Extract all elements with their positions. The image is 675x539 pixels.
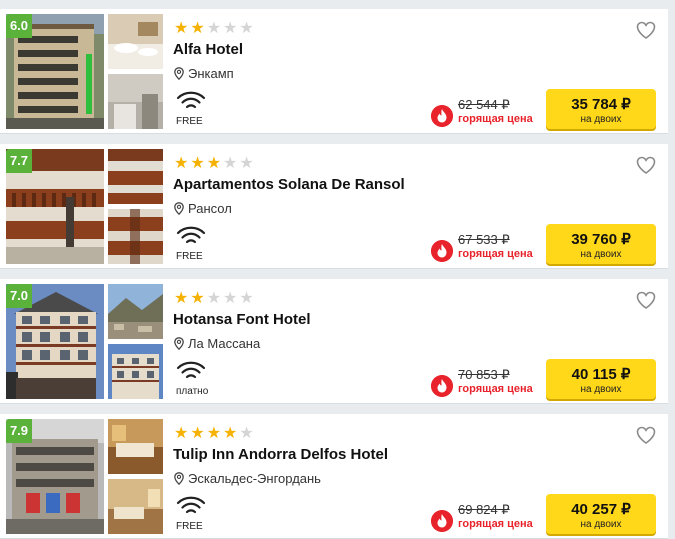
hotel-name[interactable]: Tulip Inn Andorra Delfos Hotel xyxy=(173,446,388,463)
hotel-card[interactable]: 7.0 ★ ★ ★ ★ ★ Hotansa Font Hotel Ла Массана … xyxy=(0,279,668,404)
hot-price-label: горящая цена xyxy=(458,383,533,395)
rating-badge: 7.9 xyxy=(6,419,32,443)
hotel-location: Рансол xyxy=(174,201,232,216)
star-icon: ★ xyxy=(206,425,222,442)
hotel-thumb-photo[interactable] xyxy=(108,419,163,474)
hotel-name[interactable]: Apartamentos Solana De Ransol xyxy=(173,176,405,193)
hotel-thumb-photo[interactable] xyxy=(108,479,163,534)
hotel-thumb-photo[interactable] xyxy=(108,284,163,339)
old-price: 62 544 ₽ xyxy=(458,97,510,112)
hotel-thumb-photo[interactable] xyxy=(108,149,163,204)
star-icon: ★ xyxy=(190,290,205,307)
wifi-icon xyxy=(176,91,206,109)
fire-icon xyxy=(431,510,453,532)
star-icon: ★ xyxy=(190,425,205,442)
hot-price-label: горящая цена xyxy=(458,518,533,530)
star-icon: ★ xyxy=(239,425,254,442)
hotel-name[interactable]: Alfa Hotel xyxy=(173,41,243,58)
price-subtitle: на двоих xyxy=(580,519,622,530)
wifi-label: FREE xyxy=(176,521,203,532)
hotel-card[interactable]: 7.7 ★ ★ ★ ★ ★ Apartamentos Solana De Ransol … xyxy=(0,144,668,269)
price-button[interactable]: 40 257 ₽ на двоих xyxy=(546,494,656,534)
star-rating: ★ ★ ★ ★ ★ xyxy=(174,291,254,307)
price-button[interactable]: 39 760 ₽ на двоих xyxy=(546,224,656,264)
star-rating: ★ ★ ★ ★ ★ xyxy=(174,426,254,442)
wifi-icon xyxy=(176,226,206,244)
star-icon: ★ xyxy=(190,155,205,172)
price-value: 35 784 ₽ xyxy=(571,96,631,113)
hotel-card[interactable]: 7.9 ★ ★ ★ ★ ★ Tulip Inn Andorra Delfos Hotel… xyxy=(0,414,668,539)
hotel-location: Ла Массана xyxy=(174,336,260,351)
hotel-card[interactable]: 6.0 ★ ★ ★ ★ ★ Alfa Hotel Энкамп FREE 62 544 … xyxy=(0,9,668,134)
wifi-label: FREE xyxy=(176,116,203,127)
star-icon: ★ xyxy=(206,155,222,172)
hotel-thumb-photo[interactable] xyxy=(108,209,163,264)
star-icon: ★ xyxy=(239,155,254,172)
price-subtitle: на двоих xyxy=(580,114,622,125)
star-icon: ★ xyxy=(239,20,254,37)
heart-icon[interactable] xyxy=(636,426,656,444)
location-text: Эскальдес-Энгордань xyxy=(188,471,321,486)
hotel-thumb-photo[interactable] xyxy=(108,74,163,129)
price-button[interactable]: 40 115 ₽ на двоих xyxy=(546,359,656,399)
star-icon: ★ xyxy=(223,425,238,442)
hotel-thumb-photo[interactable] xyxy=(108,344,163,399)
old-price: 67 533 ₽ xyxy=(458,232,510,247)
price-value: 40 115 ₽ xyxy=(571,366,631,383)
rating-badge: 6.0 xyxy=(6,14,32,38)
wifi-icon xyxy=(176,496,206,514)
rating-badge: 7.7 xyxy=(6,149,32,173)
price-button[interactable]: 35 784 ₽ на двоих xyxy=(546,89,656,129)
star-icon: ★ xyxy=(174,290,189,307)
location-text: Рансол xyxy=(188,201,232,216)
star-icon: ★ xyxy=(206,20,222,37)
hotel-location: Энкамп xyxy=(174,66,234,81)
price-value: 39 760 ₽ xyxy=(571,231,631,248)
star-icon: ★ xyxy=(190,20,205,37)
location-text: Энкамп xyxy=(188,66,234,81)
location-pin-icon xyxy=(174,337,184,350)
location-pin-icon xyxy=(174,67,184,80)
star-icon: ★ xyxy=(206,290,222,307)
fire-icon xyxy=(431,375,453,397)
hot-price-label: горящая цена xyxy=(458,113,533,125)
old-price: 70 853 ₽ xyxy=(458,367,510,382)
location-pin-icon xyxy=(174,472,184,485)
fire-icon xyxy=(431,105,453,127)
location-pin-icon xyxy=(174,202,184,215)
star-rating: ★ ★ ★ ★ ★ xyxy=(174,21,254,37)
star-rating: ★ ★ ★ ★ ★ xyxy=(174,156,254,172)
rating-badge: 7.0 xyxy=(6,284,32,308)
price-value: 40 257 ₽ xyxy=(571,501,631,518)
price-subtitle: на двоих xyxy=(580,249,622,260)
heart-icon[interactable] xyxy=(636,21,656,39)
star-icon: ★ xyxy=(223,155,238,172)
star-icon: ★ xyxy=(174,155,189,172)
star-icon: ★ xyxy=(223,290,238,307)
wifi-icon xyxy=(176,361,206,379)
wifi-label: FREE xyxy=(176,251,203,262)
hotel-location: Эскальдес-Энгордань xyxy=(174,471,321,486)
fire-icon xyxy=(431,240,453,262)
star-icon: ★ xyxy=(223,20,238,37)
price-subtitle: на двоих xyxy=(580,384,622,395)
hotel-name[interactable]: Hotansa Font Hotel xyxy=(173,311,311,328)
heart-icon[interactable] xyxy=(636,291,656,309)
location-text: Ла Массана xyxy=(188,336,261,351)
wifi-label: платно xyxy=(176,386,209,397)
old-price: 69 824 ₽ xyxy=(458,502,510,517)
hot-price-label: горящая цена xyxy=(458,248,533,260)
heart-icon[interactable] xyxy=(636,156,656,174)
star-icon: ★ xyxy=(174,425,189,442)
star-icon: ★ xyxy=(174,20,189,37)
hotel-thumb-photo[interactable] xyxy=(108,14,163,69)
star-icon: ★ xyxy=(239,290,254,307)
